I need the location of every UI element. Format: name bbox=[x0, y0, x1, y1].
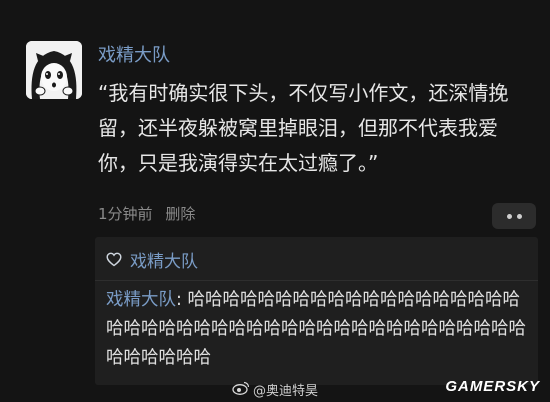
watermark: @奥迪特昊 bbox=[232, 380, 318, 399]
post-time: 1分钟前 bbox=[98, 205, 153, 223]
reply-separator: : bbox=[176, 290, 188, 310]
post-meta: 1分钟前 删除 bbox=[98, 203, 195, 224]
anime-girl-avatar-icon bbox=[26, 41, 82, 99]
reply-box: 戏精大队 戏精大队: 哈哈哈哈哈哈哈哈哈哈哈哈哈哈哈哈哈哈哈哈哈哈哈哈哈哈哈哈哈… bbox=[95, 237, 538, 385]
avatar[interactable] bbox=[26, 41, 82, 99]
post-text: “我有时确实很下头，不仅写小作文，还深情挽留，还半夜躲被窝里掉眼泪，但那不代表我… bbox=[98, 81, 509, 175]
watermark-text: @奥迪特昊 bbox=[253, 384, 319, 399]
screen: 戏精大队 “我有时确实很下头，不仅写小作文，还深情挽留，还半夜躲被窝里掉眼泪，但… bbox=[0, 0, 550, 402]
more-dot-icon bbox=[506, 213, 512, 219]
more-dot-icon bbox=[516, 213, 522, 219]
like-row: 戏精大队 bbox=[106, 247, 198, 272]
post-username[interactable]: 戏精大队 bbox=[98, 44, 170, 68]
weibo-icon bbox=[232, 381, 250, 399]
more-options-button[interactable] bbox=[492, 203, 536, 229]
like-username[interactable]: 戏精大队 bbox=[130, 247, 198, 272]
heart-icon[interactable] bbox=[106, 252, 122, 267]
reply-text: 戏精大队: 哈哈哈哈哈哈哈哈哈哈哈哈哈哈哈哈哈哈哈哈哈哈哈哈哈哈哈哈哈哈哈哈哈哈… bbox=[106, 286, 531, 373]
delete-button[interactable]: 删除 bbox=[165, 205, 195, 223]
divider bbox=[95, 280, 538, 281]
reply-author[interactable]: 戏精大队 bbox=[106, 290, 176, 310]
brand-logo: GAMERSKY bbox=[445, 378, 540, 395]
